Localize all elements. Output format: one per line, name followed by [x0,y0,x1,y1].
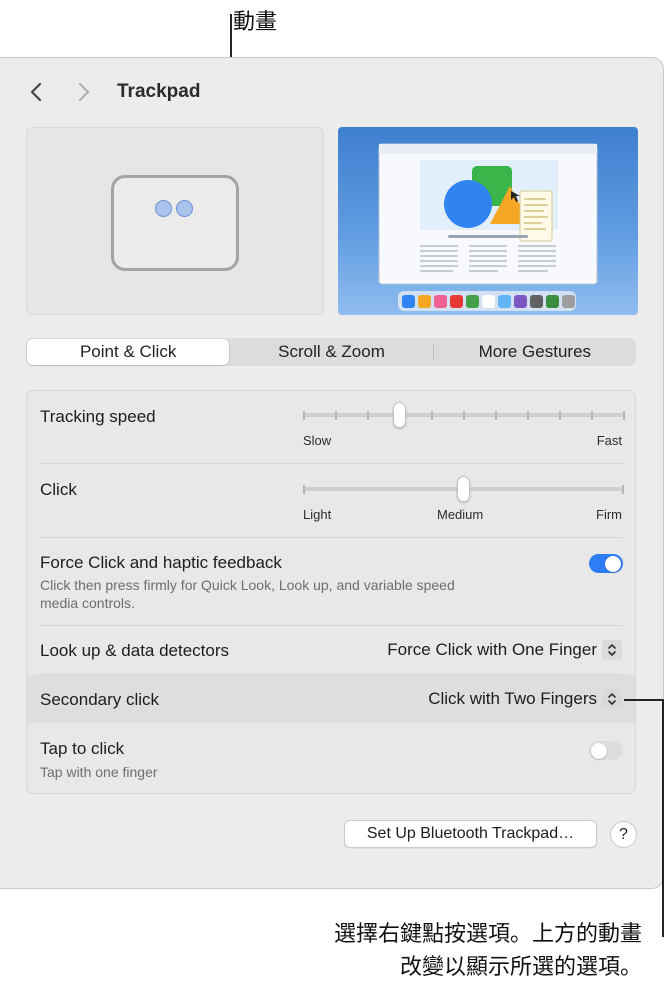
firm-label: Firm [596,507,622,522]
force-click-description: Click then press firmly for Quick Look, … [40,577,455,593]
slider-tick [591,411,593,420]
help-button[interactable]: ? [610,821,637,848]
tab-point-click[interactable]: Point & Click [27,339,230,365]
slider-tick [623,411,625,420]
slider-tick [527,411,529,420]
slider-tick [303,485,305,494]
callout-secondary-click: 選擇右鍵點按選項。上方的動畫 改變以顯示所選的選項。 [222,918,642,984]
tracking-speed-label: Tracking speed [40,407,156,426]
divider [39,537,623,538]
lookup-popup[interactable]: Force Click with One Finger [387,640,622,660]
callout-line [624,699,664,701]
secondary-click-label: Secondary click [40,690,160,709]
callout-line-1: 選擇右鍵點按選項。上方的動畫 [333,922,642,947]
toggle-knob [605,555,621,572]
chevron-right-icon [78,82,90,102]
slider-tick [335,411,337,420]
force-click-description-2: media controls. [40,595,135,611]
secondary-click-popup[interactable]: Click with Two Fingers [428,689,622,709]
settings-card: Tracking speed Slow Fast Click Light Med… [26,390,636,794]
slider-tick [303,411,305,420]
slider-tick [495,411,497,420]
force-click-toggle[interactable] [589,554,623,573]
gesture-preview-pane [338,127,638,315]
forward-button[interactable] [72,78,96,106]
fast-label: Fast [596,433,622,448]
click-thumb[interactable] [457,476,470,502]
lookup-label: Look up & data detectors [40,641,230,660]
gesture-animation-pane [26,127,324,315]
tracking-speed-thumb[interactable] [393,402,406,428]
tap-to-click-label: Tap to click [40,739,125,758]
medium-label: Medium [437,507,484,522]
slider-tick [559,411,561,420]
callout-animation: 動畫 [233,10,278,35]
tab-scroll-zoom[interactable]: Scroll & Zoom [230,338,432,366]
tap-to-click-toggle[interactable] [589,741,623,760]
tap-to-click-description: Tap with one finger [40,764,158,780]
finger-dot [155,200,172,217]
finger-dot [176,200,193,217]
slider-tick [622,485,624,494]
tab-bar: Point & Click Scroll & Zoom More Gesture… [26,338,636,366]
callout-line-2: 改變以顯示所選的選項。 [399,955,642,980]
divider [39,625,623,626]
click-label: Click [40,480,77,499]
toggle-knob [591,742,607,759]
up-down-chevron-icon [602,689,622,709]
divider [39,463,623,464]
window-title: Trackpad [117,81,201,102]
lookup-value: Force Click with One Finger [387,640,597,659]
up-down-chevron-icon [602,640,622,660]
chevron-left-icon [30,82,42,102]
back-button[interactable] [24,78,48,106]
setup-bluetooth-trackpad-button[interactable]: Set Up Bluetooth Trackpad… [344,820,597,848]
slow-label: Slow [303,433,332,448]
trackpad-illustration [111,175,239,271]
slider-tick [463,411,465,420]
desktop-preview-illustration [378,143,598,311]
tab-more-gestures[interactable]: More Gestures [434,338,636,366]
slider-tick [367,411,369,420]
light-label: Light [303,507,332,522]
slider-tick [431,411,433,420]
secondary-click-value: Click with Two Fingers [428,689,597,708]
callout-line [662,699,664,937]
force-click-label: Force Click and haptic feedback [40,553,282,572]
